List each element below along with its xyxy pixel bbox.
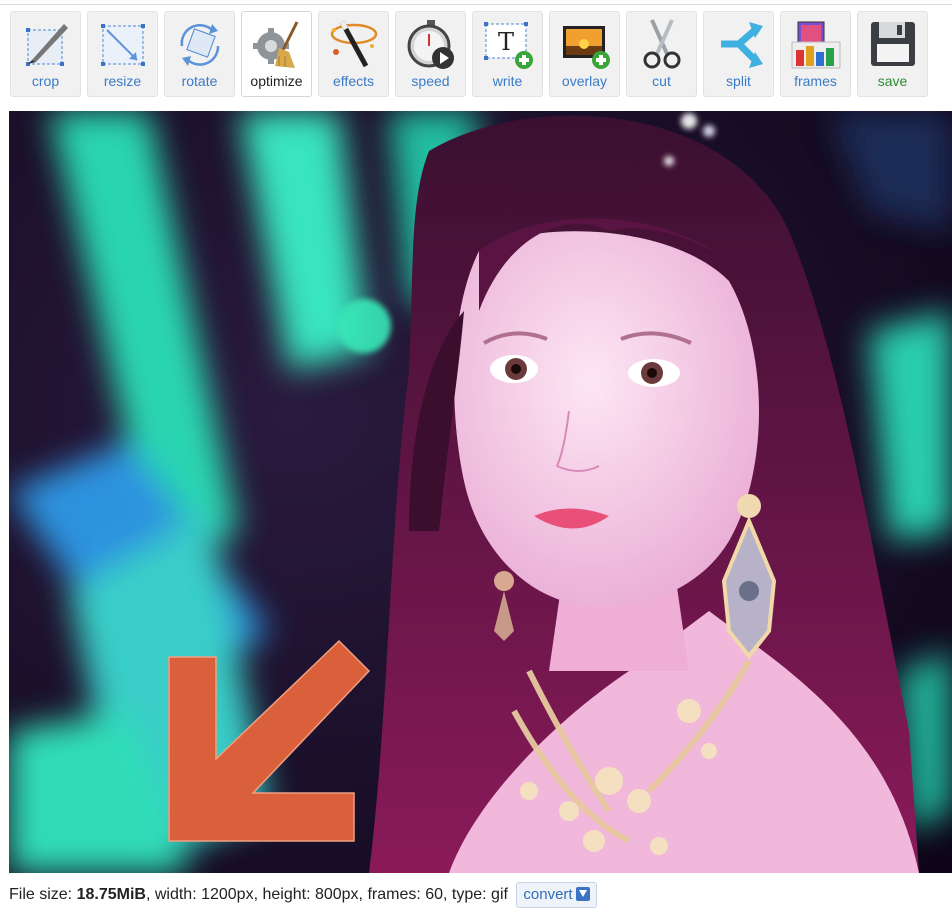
rotate-icon	[180, 23, 220, 66]
tool-speed[interactable]: speed	[395, 11, 466, 97]
tool-label-save: save	[877, 73, 908, 89]
tool-split[interactable]: split	[703, 11, 774, 97]
tool-label-speed: speed	[411, 73, 450, 89]
tool-overlay[interactable]: overlay	[549, 11, 620, 97]
tool-label-rotate: rotate	[181, 73, 218, 89]
tool-effects[interactable]: effects	[318, 11, 389, 97]
tool-resize[interactable]: resize	[87, 11, 158, 97]
gif-preview-image	[9, 111, 952, 873]
scissors-icon	[643, 19, 681, 69]
download-icon	[575, 887, 590, 901]
file-size-label: File size:	[9, 886, 77, 904]
file-size-value: 18.75MiB	[76, 886, 146, 904]
tool-rotate[interactable]: rotate	[164, 11, 235, 97]
tool-crop[interactable]: crop	[10, 11, 81, 97]
floppy-disk-icon	[871, 22, 915, 66]
svg-text:T: T	[498, 28, 514, 56]
tool-save[interactable]: save	[857, 11, 928, 97]
optimize-broom-icon	[253, 21, 299, 68]
tool-label-crop: crop	[31, 73, 60, 89]
split-arrow-icon	[721, 22, 763, 68]
stopwatch-icon	[407, 20, 454, 69]
crop-icon	[26, 24, 68, 66]
tool-label-optimize: optimize	[250, 73, 303, 89]
tool-write[interactable]: T write	[472, 11, 543, 97]
tool-label-split: split	[726, 73, 751, 89]
tool-label-resize: resize	[103, 73, 142, 89]
file-info: File size: 18.75MiB, width: 1200px, heig…	[9, 882, 597, 908]
add-text-icon: T	[484, 22, 533, 69]
tool-cut[interactable]: cut	[626, 11, 697, 97]
magic-wand-icon	[330, 20, 378, 68]
tool-label-overlay: overlay	[561, 73, 608, 89]
convert-label: convert	[523, 886, 573, 903]
resize-icon	[101, 24, 145, 66]
add-image-icon	[563, 26, 610, 69]
convert-button[interactable]: convert	[516, 882, 597, 908]
tool-label-frames: frames	[794, 73, 837, 89]
tool-label-write: write	[492, 73, 523, 89]
frames-icon	[791, 21, 841, 69]
tool-frames[interactable]: frames	[780, 11, 851, 97]
tool-optimize[interactable]: optimize	[241, 11, 312, 97]
tool-label-cut: cut	[652, 73, 671, 89]
top-divider	[0, 4, 952, 5]
tool-label-effects: effects	[333, 73, 374, 89]
file-details: , width: 1200px, height: 800px, frames: …	[145, 886, 508, 904]
